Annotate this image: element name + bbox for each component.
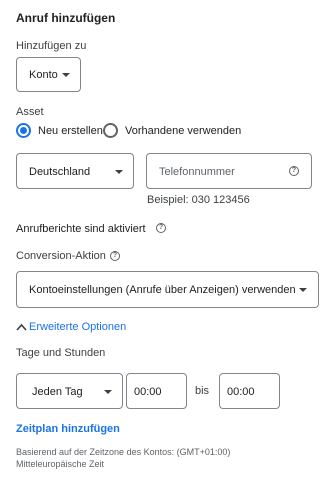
call-reports-label: Anrufberichte sind aktiviert — [16, 223, 146, 235]
dropdown-arrow-icon — [299, 288, 307, 292]
help-icon[interactable]: ? — [110, 251, 120, 261]
phone-example: Beispiel: 030 123456 — [147, 194, 250, 206]
help-icon[interactable]: ? — [289, 166, 299, 176]
add-to-label: Hinzufügen zu — [16, 40, 87, 52]
add-to-select[interactable]: Konto — [16, 57, 81, 92]
advanced-options-label: Erweiterte Optionen — [29, 321, 127, 333]
phone-number-placeholder: Telefonnummer — [159, 166, 235, 178]
help-icon[interactable]: ? — [156, 223, 166, 233]
country-value: Deutschland — [29, 166, 91, 178]
conversion-select[interactable]: Kontoeinstellungen (Anrufe über Anzeigen… — [16, 271, 319, 308]
timezone-note: Basierend auf der Zeitzone des Kontos: (… — [16, 447, 231, 469]
add-to-value: Konto — [29, 69, 58, 81]
start-time-field[interactable]: 00:00 — [126, 373, 187, 409]
day-select[interactable]: Jeden Tag — [16, 373, 123, 409]
time-separator: bis — [195, 385, 210, 397]
radio-existing-label[interactable]: Vorhandene verwenden — [125, 125, 241, 137]
add-schedule-link[interactable]: Zeitplan hinzufügen — [16, 423, 120, 435]
start-time-value: 00:00 — [134, 386, 162, 398]
radio-new-label[interactable]: Neu erstellen — [38, 125, 103, 137]
conversion-value: Kontoeinstellungen (Anrufe über Anzeigen… — [29, 284, 296, 296]
end-time-value: 00:00 — [227, 386, 255, 398]
day-value: Jeden Tag — [32, 386, 83, 398]
end-time-field[interactable]: 00:00 — [219, 373, 280, 409]
chevron-up-icon — [16, 323, 27, 331]
schedule-label: Tage und Stunden — [16, 347, 106, 359]
radio-new[interactable] — [16, 123, 31, 138]
dropdown-arrow-icon — [115, 170, 123, 174]
asset-label: Asset — [16, 106, 44, 118]
radio-existing[interactable] — [103, 123, 118, 138]
dropdown-arrow-icon — [62, 73, 70, 77]
dropdown-arrow-icon — [104, 390, 112, 394]
phone-number-field[interactable]: Telefonnummer ? — [146, 153, 312, 189]
country-select[interactable]: Deutschland — [16, 153, 134, 189]
dialog-title: Anruf hinzufügen — [16, 11, 116, 25]
conversion-label: Conversion-Aktion — [16, 250, 106, 262]
